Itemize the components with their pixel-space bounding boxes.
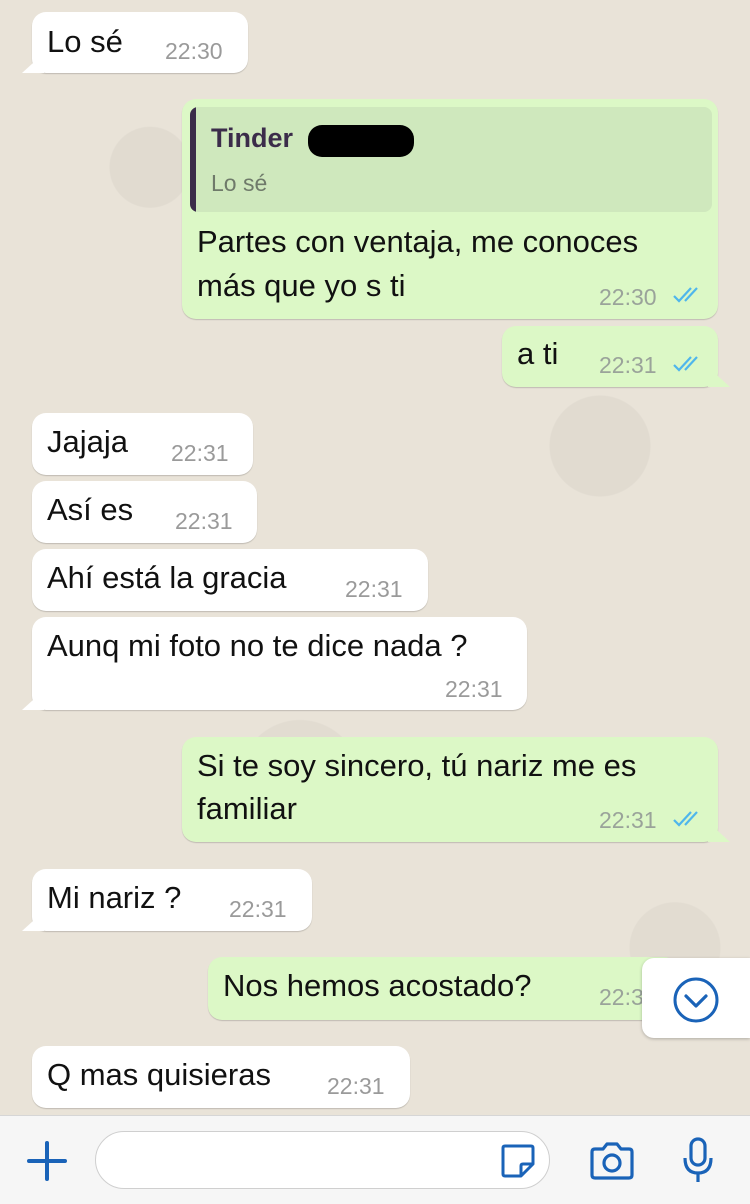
- read-double-check-icon: [673, 287, 698, 303]
- scroll-to-bottom-button[interactable]: [642, 958, 750, 1038]
- incoming-message[interactable]: Jajaja 22:31: [32, 413, 253, 475]
- message-text: Jajaja: [47, 424, 128, 459]
- quote-text: Lo sé: [211, 170, 268, 196]
- incoming-message[interactable]: Mi nariz ? 22:31: [22, 869, 312, 931]
- message-text: Q mas quisieras: [47, 1057, 271, 1092]
- quote-bar: [190, 107, 196, 212]
- outgoing-message[interactable]: Nos hemos acostado? 22:3: [208, 957, 678, 1020]
- message-time: 22:31: [599, 807, 657, 833]
- camera-icon[interactable]: [588, 1140, 636, 1182]
- message-time: 22:30: [165, 38, 223, 64]
- message-time: 22:31: [599, 352, 657, 378]
- incoming-message[interactable]: Q mas quisieras 22:31: [32, 1046, 410, 1108]
- message-text: Ahí está la gracia: [47, 560, 287, 595]
- message-text: Aunq mi foto no te dice nada ?: [47, 628, 468, 663]
- message-text-line-1: Partes con ventaja, me conoces: [197, 224, 639, 259]
- outgoing-message[interactable]: Si te soy sincero, tú nariz me es famili…: [182, 737, 730, 842]
- message-time: 22:31: [327, 1073, 385, 1099]
- incoming-message[interactable]: Aunq mi foto no te dice nada ? 22:31: [22, 617, 527, 710]
- sticker-icon[interactable]: [499, 1142, 537, 1180]
- message-time: 22:31: [175, 508, 233, 534]
- redacted-name: [308, 125, 414, 157]
- read-double-check-icon: [673, 356, 698, 372]
- microphone-icon[interactable]: [680, 1136, 716, 1186]
- message-text: Así es: [47, 492, 134, 527]
- plus-icon[interactable]: [26, 1140, 68, 1182]
- message-text: Lo sé: [47, 24, 123, 59]
- chevron-down-circle-icon: [673, 977, 719, 1023]
- read-double-check-icon: [673, 811, 698, 827]
- message-time: 22:31: [229, 896, 287, 922]
- message-input[interactable]: [95, 1131, 550, 1189]
- message-text-line-2: más que yo s ti: [197, 268, 406, 303]
- message-text: Mi nariz ?: [47, 880, 182, 915]
- reply-quote[interactable]: Tinder Lo sé: [190, 107, 712, 212]
- message-time: 22:31: [445, 676, 503, 702]
- message-time: 22:3: [599, 984, 644, 1010]
- incoming-message[interactable]: Ahí está la gracia 22:31: [32, 549, 428, 611]
- incoming-message[interactable]: Lo sé 22:30: [22, 12, 248, 73]
- message-time: 22:31: [171, 440, 229, 466]
- outgoing-message-with-reply[interactable]: Tinder Lo sé Partes con ventaja, me cono…: [182, 99, 718, 319]
- quote-sender: Tinder: [211, 123, 294, 153]
- message-text-line-1: Si te soy sincero, tú nariz me es: [197, 748, 637, 783]
- message-text: Nos hemos acostado?: [223, 968, 532, 1003]
- incoming-message[interactable]: Así es 22:31: [32, 481, 257, 543]
- message-text: a ti: [517, 336, 559, 371]
- outgoing-message[interactable]: a ti 22:31: [502, 326, 730, 387]
- message-input-bar: [0, 1115, 750, 1204]
- message-time: 22:31: [345, 576, 403, 602]
- message-text-line-2: familiar: [197, 791, 297, 826]
- message-time: 22:30: [599, 284, 657, 310]
